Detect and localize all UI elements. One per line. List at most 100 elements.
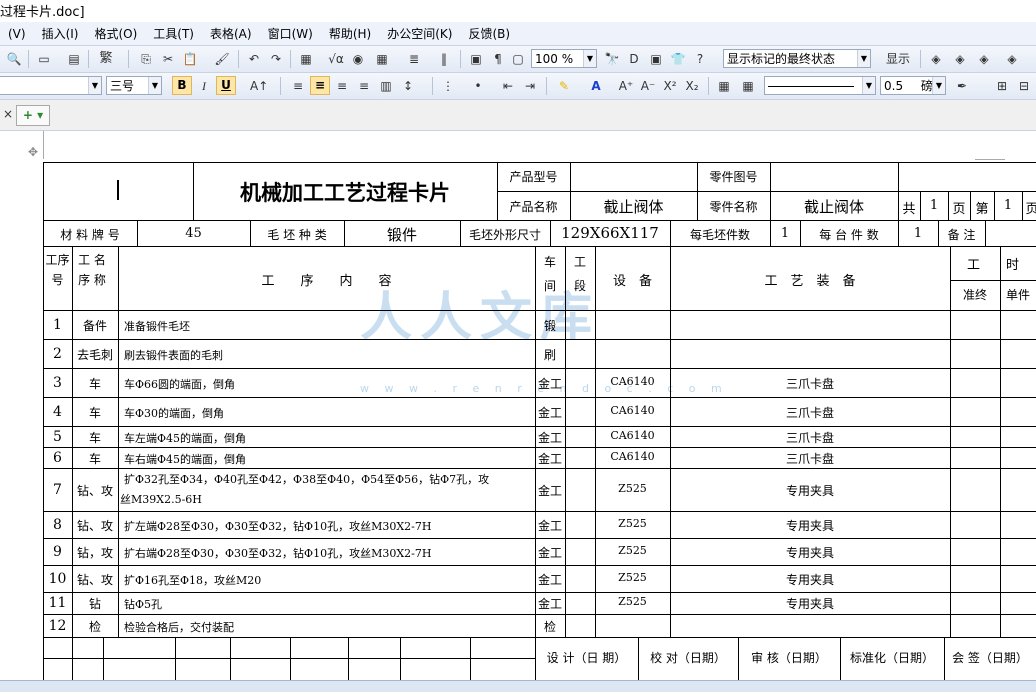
row-no: 9 xyxy=(53,543,62,560)
table-rule xyxy=(43,511,1036,512)
table-icon[interactable]: ▦ xyxy=(374,51,390,67)
paste-icon[interactable]: 📋 xyxy=(182,51,198,67)
label: 每 台 件 数 xyxy=(819,228,879,242)
table-rule xyxy=(43,447,1036,448)
font-size-combo[interactable]: 三号 ▼ xyxy=(106,76,162,95)
numbering-icon[interactable]: ⋮ xyxy=(440,78,456,94)
markup-state-combo[interactable]: 显示标记的最终状态 ▼ xyxy=(723,49,871,68)
header: 工段 xyxy=(573,255,586,293)
shading-icon[interactable]: ▦ xyxy=(740,78,756,94)
chart-icon[interactable]: ‖ xyxy=(436,51,452,67)
italic-button[interactable]: I xyxy=(196,78,212,94)
row-no: 12 xyxy=(48,617,67,634)
format-painter-icon[interactable]: 🖌 xyxy=(214,51,230,67)
undo-icon[interactable]: ↶ xyxy=(246,51,262,67)
menu-item[interactable]: 办公空间(K) xyxy=(379,25,460,42)
table-rule xyxy=(43,565,1036,566)
pen-color-icon[interactable]: ✒ xyxy=(954,78,970,94)
row-content: 车Φ66圆的端面，倒角 xyxy=(124,377,236,391)
new-doc-icon[interactable]: ▭ xyxy=(36,51,52,67)
show-marks-icon[interactable]: ¶ xyxy=(490,51,506,67)
close-icon[interactable]: × xyxy=(0,106,16,122)
borders-icon[interactable]: ▦ xyxy=(716,78,732,94)
line-spacing-icon[interactable]: ↕ xyxy=(400,78,416,94)
stamp-icon[interactable]: ▣ xyxy=(648,51,664,67)
subscript-icon[interactable]: X₂ xyxy=(684,78,700,94)
row-equip: Z525 xyxy=(618,570,647,584)
distribute-icon[interactable]: ▥ xyxy=(378,78,394,94)
cut-icon[interactable]: ✂ xyxy=(160,51,176,67)
chevron-down-icon: ▼ xyxy=(932,77,945,94)
table-rule xyxy=(43,426,1036,427)
menu-item[interactable]: 格式(O) xyxy=(86,25,145,42)
tab-bar: × + ▾ xyxy=(0,100,1036,131)
more-icon[interactable]: ⊟ xyxy=(1016,78,1032,94)
accept-icon[interactable]: ◈ xyxy=(976,51,992,67)
print-preview-icon[interactable]: 🔍 xyxy=(6,51,22,67)
label: 零件名称 xyxy=(709,200,758,214)
highlight-icon[interactable]: ✎ xyxy=(556,78,572,94)
columns-icon[interactable]: ≣ xyxy=(406,51,422,67)
row-equip: CA6140 xyxy=(610,449,655,463)
table-move-handle-icon[interactable]: ✥ xyxy=(28,145,38,159)
char-spacing-icon[interactable]: A↑ xyxy=(250,78,268,94)
menu-item[interactable]: 窗口(W) xyxy=(260,25,321,42)
row-no: 1 xyxy=(53,316,62,333)
doc-map-icon[interactable]: ▣ xyxy=(468,51,484,67)
menu-item[interactable]: (V) xyxy=(0,27,34,41)
menu-item[interactable]: 插入(I) xyxy=(34,25,87,42)
shrink-font-icon[interactable]: A⁻ xyxy=(640,78,656,94)
label: 页 xyxy=(1025,202,1036,217)
show-button[interactable]: 显示 xyxy=(880,51,916,67)
bold-button[interactable]: B xyxy=(172,76,192,95)
row-equip: Z525 xyxy=(618,516,647,530)
menu-item[interactable]: 帮助(H) xyxy=(321,25,379,42)
label: 材 料 牌 号 xyxy=(60,228,120,242)
formula-icon[interactable]: √α xyxy=(328,51,344,67)
indent-icon[interactable]: ⇥ xyxy=(522,78,538,94)
bullets-icon[interactable]: • xyxy=(470,78,486,94)
menu-item[interactable]: 反馈(B) xyxy=(460,25,518,42)
page-icon[interactable]: ▢ xyxy=(510,51,526,67)
table-rule xyxy=(43,592,1036,593)
menu-item[interactable]: 工具(T) xyxy=(145,25,202,42)
table-borders-icon[interactable]: ⊞ xyxy=(994,78,1010,94)
align-center-button[interactable]: ≡ xyxy=(310,76,330,95)
menu-item[interactable]: 表格(A) xyxy=(202,25,260,42)
reject-icon[interactable]: ◈ xyxy=(1004,51,1020,67)
row-tool: 三爪卡盘 xyxy=(785,405,834,420)
copy-icon[interactable]: ⎘ xyxy=(138,51,154,67)
save-icon[interactable]: ▤ xyxy=(66,51,82,67)
underline-button[interactable]: U xyxy=(216,76,236,95)
line-style-combo[interactable]: ▼ xyxy=(764,76,876,95)
zoom-combo[interactable]: 100 % ▼ xyxy=(531,49,597,68)
line-width-combo[interactable]: 0.5 磅 ▼ xyxy=(880,76,946,95)
align-right-icon[interactable]: ≡ xyxy=(334,78,350,94)
font-color-icon[interactable]: A xyxy=(588,78,604,94)
font-name-combo[interactable]: ▼ xyxy=(0,76,102,95)
header: 工 序 内 容 xyxy=(261,274,392,289)
shirt-icon[interactable]: 👕 xyxy=(670,51,686,67)
header: 工序号 xyxy=(45,253,70,287)
row-tool: 专用夹具 xyxy=(785,483,834,498)
help-icon[interactable]: ? xyxy=(692,51,708,67)
justify-icon[interactable]: ≡ xyxy=(356,78,372,94)
header: 工 艺 装 备 xyxy=(764,274,856,289)
align-left-icon[interactable]: ≡ xyxy=(290,78,306,94)
superscript-icon[interactable]: X² xyxy=(662,78,678,94)
row-name: 备件 xyxy=(82,318,107,333)
find-icon[interactable]: 🔭 xyxy=(604,51,620,67)
next-change-icon[interactable]: ◈ xyxy=(952,51,968,67)
grow-font-icon[interactable]: A⁺ xyxy=(618,78,634,94)
globe-icon[interactable]: ◉ xyxy=(350,51,366,67)
redo-icon[interactable]: ↷ xyxy=(268,51,284,67)
d-icon[interactable]: D xyxy=(626,51,642,67)
insert-table-icon[interactable]: ▦ xyxy=(298,51,314,67)
new-tab-button[interactable]: + ▾ xyxy=(16,105,50,126)
outdent-icon[interactable]: ⇤ xyxy=(500,78,516,94)
row-shop: 检 xyxy=(543,619,556,634)
table-rule xyxy=(43,310,1036,311)
simplified-button[interactable]: 繁 xyxy=(98,51,114,67)
label: 毛坯外形尺寸 xyxy=(468,228,541,242)
prev-change-icon[interactable]: ◈ xyxy=(928,51,944,67)
